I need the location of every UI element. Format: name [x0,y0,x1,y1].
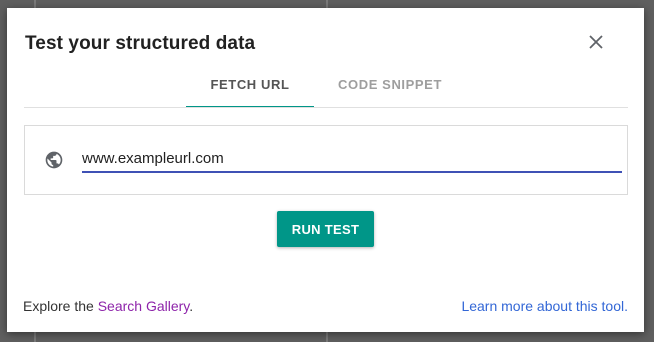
globe-icon [44,150,64,170]
explore-suffix: . [189,298,194,314]
explore-prefix: Explore the [23,298,94,314]
learn-more-link[interactable]: Learn more about this tool. [461,298,628,314]
close-button[interactable] [586,32,606,52]
dialog-title: Test your structured data [25,33,256,54]
tab-code-snippet[interactable]: CODE SNIPPET [325,70,455,108]
explore-text: Explore the Search Gallery. [23,298,193,314]
learn-more-container: Learn more about this tool. [461,298,628,314]
url-input[interactable] [82,145,622,173]
close-icon [589,35,603,49]
test-structured-data-dialog: Test your structured data FETCH URL CODE… [7,8,644,332]
tab-fetch-url-label: FETCH URL [210,77,290,92]
tab-bar: FETCH URL CODE SNIPPET [7,70,644,108]
run-test-button[interactable]: RUN TEST [277,211,374,247]
url-input-container [24,125,628,195]
tab-fetch-url[interactable]: FETCH URL [186,70,314,108]
tab-code-snippet-label: CODE SNIPPET [338,77,442,92]
search-gallery-link[interactable]: Search Gallery [98,298,190,314]
tabs-divider [24,107,628,108]
